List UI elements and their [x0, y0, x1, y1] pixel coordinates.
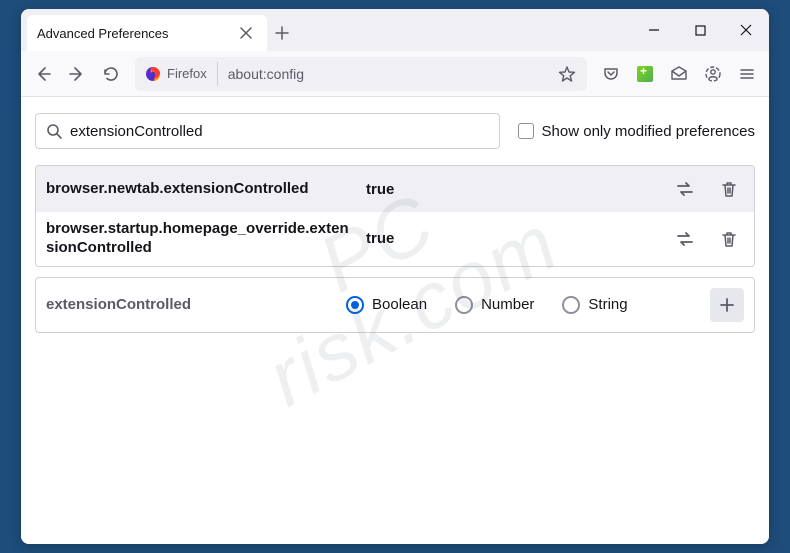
firefox-logo-icon	[145, 66, 161, 82]
radio-icon	[346, 296, 364, 314]
preference-name: browser.startup.homepage_override.extens…	[46, 220, 356, 258]
close-icon	[740, 24, 752, 36]
hamburger-icon	[739, 66, 755, 82]
window-controls	[631, 9, 769, 51]
preference-row[interactable]: browser.newtab.extensionControlled true	[36, 166, 754, 212]
star-icon	[558, 65, 576, 83]
delete-button[interactable]	[714, 174, 744, 204]
tab-close-button[interactable]	[235, 22, 257, 44]
account-button[interactable]	[697, 58, 729, 90]
identity-label: Firefox	[167, 66, 207, 81]
plus-icon	[719, 297, 735, 313]
preferences-table: browser.newtab.extensionControlled true …	[35, 165, 755, 267]
radio-icon	[562, 296, 580, 314]
navigation-toolbar: Firefox about:config	[21, 51, 769, 97]
reload-button[interactable]	[95, 58, 127, 90]
app-menu-button[interactable]	[731, 58, 763, 90]
tab-title: Advanced Preferences	[37, 26, 227, 41]
radio-label: Number	[481, 296, 534, 313]
browser-window: Advanced Preferences	[21, 9, 769, 544]
maximize-icon	[695, 25, 706, 36]
browser-tab[interactable]: Advanced Preferences	[27, 15, 267, 51]
toggle-icon	[675, 229, 695, 249]
minimize-button[interactable]	[631, 9, 677, 51]
inbox-button[interactable]	[663, 58, 695, 90]
reload-icon	[102, 65, 120, 83]
minimize-icon	[648, 24, 660, 36]
extension-icon	[637, 66, 653, 82]
new-tab-button[interactable]	[267, 15, 297, 51]
search-icon	[46, 123, 62, 139]
pocket-icon	[602, 65, 620, 83]
type-radios: Boolean Number String	[346, 296, 700, 314]
search-row: Show only modified preferences	[35, 113, 755, 149]
preference-name: browser.newtab.extensionControlled	[46, 180, 356, 199]
delete-button[interactable]	[714, 224, 744, 254]
show-modified-label: Show only modified preferences	[542, 123, 755, 140]
preference-row[interactable]: browser.startup.homepage_override.extens…	[36, 212, 754, 266]
search-input[interactable]	[70, 123, 489, 140]
url-bar[interactable]: Firefox about:config	[135, 57, 587, 91]
plus-icon	[275, 26, 289, 40]
bookmark-button[interactable]	[553, 60, 581, 88]
type-radio-string[interactable]: String	[562, 296, 627, 314]
arrow-right-icon	[68, 65, 86, 83]
url-text[interactable]: about:config	[218, 66, 553, 82]
show-modified-checkbox[interactable]: Show only modified preferences	[518, 123, 755, 140]
checkbox-icon	[518, 123, 534, 139]
back-button[interactable]	[27, 58, 59, 90]
search-box[interactable]	[35, 113, 500, 149]
toggle-button[interactable]	[670, 174, 700, 204]
forward-button[interactable]	[61, 58, 93, 90]
toggle-button[interactable]	[670, 224, 700, 254]
radio-label: String	[588, 296, 627, 313]
new-preference-name: extensionControlled	[46, 296, 336, 313]
trash-icon	[720, 180, 738, 198]
account-icon	[704, 65, 722, 83]
add-preference-button[interactable]	[710, 288, 744, 322]
maximize-button[interactable]	[677, 9, 723, 51]
arrow-left-icon	[34, 65, 52, 83]
close-window-button[interactable]	[723, 9, 769, 51]
radio-icon	[455, 296, 473, 314]
close-icon	[240, 27, 252, 39]
type-radio-boolean[interactable]: Boolean	[346, 296, 427, 314]
titlebar: Advanced Preferences	[21, 9, 769, 51]
toggle-icon	[675, 179, 695, 199]
identity-box[interactable]: Firefox	[135, 62, 218, 86]
radio-label: Boolean	[372, 296, 427, 313]
preference-value: true	[366, 181, 660, 198]
trash-icon	[720, 230, 738, 248]
inbox-icon	[670, 65, 688, 83]
extension-button[interactable]	[629, 58, 661, 90]
preference-value: true	[366, 230, 660, 247]
about-config-content: Show only modified preferences browser.n…	[21, 97, 769, 544]
add-preference-row: extensionControlled Boolean Number Strin…	[35, 277, 755, 333]
pocket-button[interactable]	[595, 58, 627, 90]
type-radio-number[interactable]: Number	[455, 296, 534, 314]
